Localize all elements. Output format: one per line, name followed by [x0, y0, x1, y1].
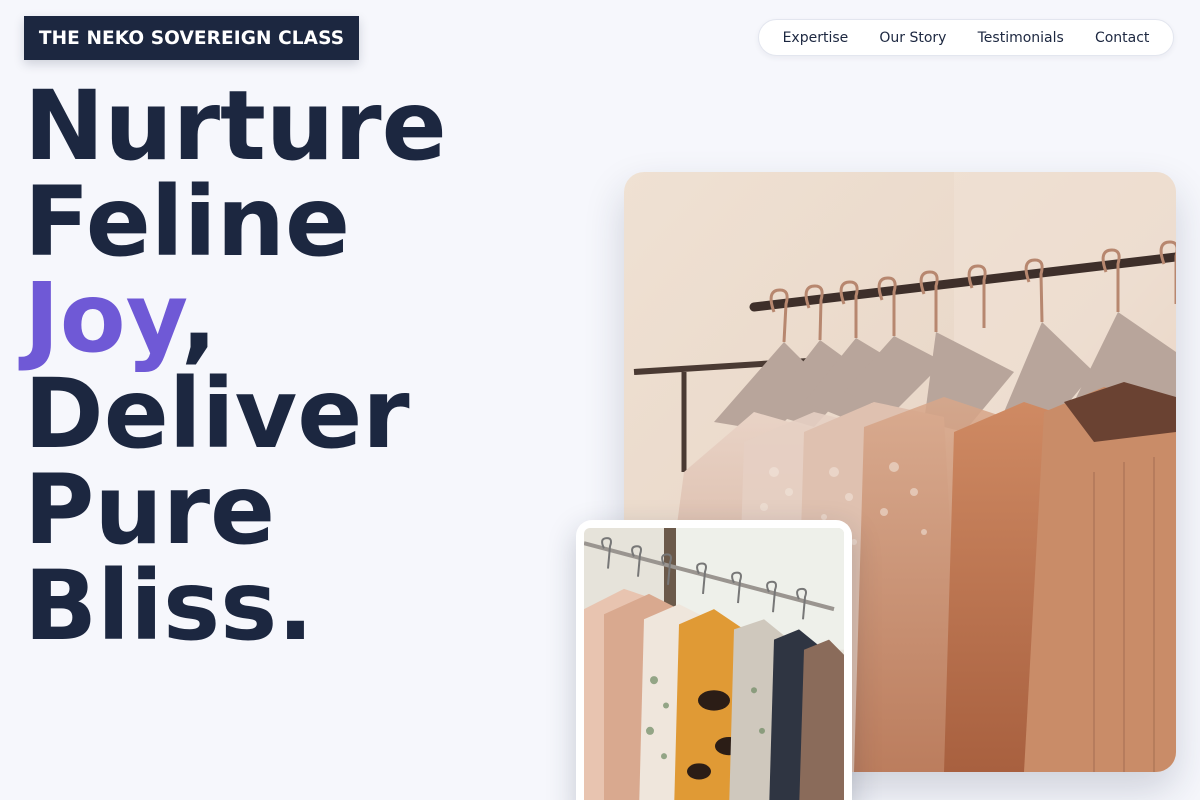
headline-line-5: Pure [24, 454, 276, 566]
headline-line-2: Feline [24, 166, 351, 278]
nav-link-our-story[interactable]: Our Story [879, 30, 946, 46]
hero-inset-photo [584, 528, 844, 800]
brand-logo[interactable]: THE NEKO SOVEREIGN CLASS [24, 16, 359, 60]
headline-line-6: Bliss. [24, 550, 314, 662]
hero-headline: Nurture Feline Joy, Deliver Pure Bliss. [24, 78, 447, 654]
main-nav: Expertise Our Story Testimonials Contact [758, 19, 1174, 56]
headline-line-1: Nurture [24, 70, 447, 182]
page: THE NEKO SOVEREIGN CLASS Expertise Our S… [0, 0, 1200, 800]
nav-link-testimonials[interactable]: Testimonials [978, 30, 1064, 46]
headline-line-4: Deliver [24, 358, 410, 470]
nav-link-expertise[interactable]: Expertise [783, 30, 849, 46]
hero-inset-photo-card [576, 520, 852, 800]
headline-line-3: Joy, [24, 270, 447, 366]
clothing-rack-photo [584, 528, 844, 800]
nav-link-contact[interactable]: Contact [1095, 30, 1149, 46]
